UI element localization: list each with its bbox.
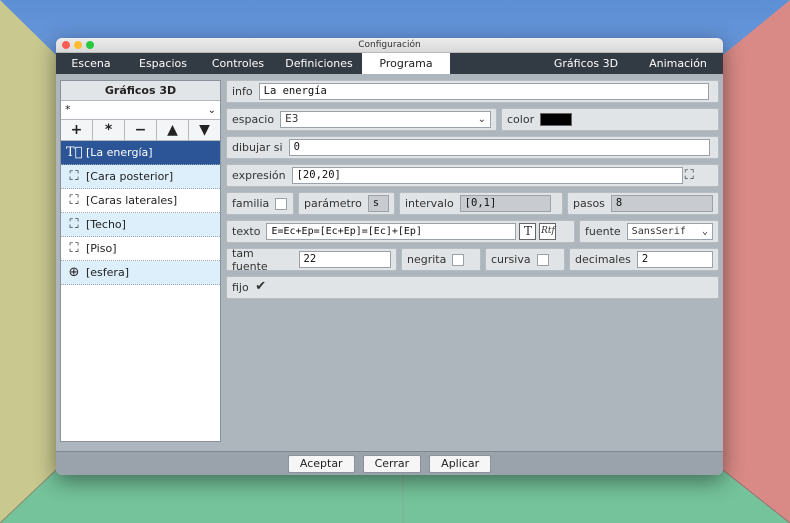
text-edit-button[interactable]: T — [519, 223, 537, 240]
fijo-checkbox[interactable]: ✔ — [255, 280, 267, 294]
list-item[interactable]: ⛶ [Techo] — [61, 213, 220, 237]
tam-fuente-input[interactable]: 22 — [298, 251, 391, 268]
move-down-button[interactable]: ▼ — [189, 120, 220, 140]
pasos-row: pasos 8 — [567, 192, 719, 215]
tab-graficos-3d[interactable]: Gráficos 3D — [539, 53, 633, 74]
decimales-input[interactable]: 2 — [636, 251, 713, 268]
pasos-input[interactable]: 8 — [610, 195, 713, 212]
mesh-icon: ⛶ — [69, 169, 79, 184]
expresion-label: expresión — [232, 169, 286, 182]
move-up-button[interactable]: ▲ — [157, 120, 189, 140]
graphics-list: T⃒ [La energía] ⛶ [Cara posterior] ⛶ [Ca… — [61, 141, 220, 285]
list-item[interactable]: T⃒ [La energía] — [61, 141, 220, 165]
tab-animacion[interactable]: Animación — [633, 53, 723, 74]
intervalo-label: intervalo — [405, 197, 454, 210]
text-icon: T⃒ — [66, 145, 83, 160]
parametro-label: parámetro — [304, 197, 362, 210]
configuration-window: Configuración Escena Espacios Controles … — [56, 38, 723, 475]
familia-checkbox[interactable] — [275, 197, 288, 210]
tab-programa[interactable]: Programa — [362, 53, 450, 74]
filter-select[interactable]: * ⌄ — [61, 101, 220, 120]
intervalo-input[interactable]: [0,1] — [459, 195, 551, 212]
sphere-icon: ⊕ — [68, 265, 80, 280]
chevron-down-icon: ⌄ — [701, 226, 708, 237]
tab-bar: Escena Espacios Controles Definiciones P… — [56, 53, 723, 74]
decimales-label: decimales — [575, 253, 631, 266]
fuente-select[interactable]: SansSerif ⌄ — [626, 223, 713, 240]
mesh-icon: ⛶ — [69, 241, 79, 256]
fijo-label: fijo — [232, 281, 249, 294]
filter-value: * — [65, 103, 71, 116]
color-swatch[interactable] — [540, 113, 573, 126]
tam-fuente-label: tam fuente — [232, 246, 268, 273]
parametro-input[interactable]: s — [367, 195, 389, 212]
tab-spacer — [450, 53, 539, 74]
fuente-label: fuente — [585, 225, 621, 238]
espacio-select[interactable]: E3 ⌄ — [280, 111, 491, 128]
texto-input[interactable]: E=Ec+Ep=[Ec+Ep]=[Ec]+[Ep] — [266, 223, 517, 240]
tab-controles[interactable]: Controles — [200, 53, 276, 74]
tam-fuente-row: tam fuente 22 — [226, 246, 397, 273]
properties-panel: info La energía espacio E3 ⌄ color dibuj… — [226, 80, 719, 442]
color-label: color — [507, 113, 535, 126]
decimales-row: decimales 2 — [569, 248, 719, 271]
list-item[interactable]: ⛶ [Caras laterales] — [61, 189, 220, 213]
dibujar-row: dibujar si 0 — [226, 136, 719, 159]
texto-label: texto — [232, 225, 261, 238]
info-row: info La energía — [226, 80, 719, 103]
tab-escena[interactable]: Escena — [56, 53, 126, 74]
apply-button[interactable]: Aplicar — [429, 455, 492, 473]
dibujar-label: dibujar si — [232, 141, 283, 154]
cursiva-row: cursiva — [485, 248, 565, 271]
list-item[interactable]: ⛶ [Piso] — [61, 237, 220, 261]
title-bar: Configuración — [56, 38, 723, 53]
list-toolbar: + * − ▲ ▼ — [61, 120, 220, 141]
fijo-row: fijo ✔ — [226, 276, 719, 299]
close-button[interactable]: Cerrar — [362, 455, 422, 473]
tab-espacios[interactable]: Espacios — [126, 53, 200, 74]
color-row: color — [501, 108, 719, 131]
list-item[interactable]: ⊕ [esfera] — [61, 261, 220, 285]
list-item[interactable]: ⛶ [Cara posterior] — [61, 165, 220, 189]
panel-title: Gráficos 3D — [61, 81, 220, 101]
expand-icon[interactable]: ⛶ — [685, 169, 694, 182]
dialog-footer: Aceptar Cerrar Aplicar — [56, 451, 723, 475]
familia-label: familia — [232, 197, 270, 210]
parametro-row: parámetro s — [298, 192, 395, 215]
negrita-label: negrita — [407, 253, 447, 266]
familia-row: familia — [226, 192, 294, 215]
dibujar-input[interactable]: 0 — [288, 139, 710, 156]
cursiva-label: cursiva — [491, 253, 531, 266]
fuente-row: fuente SansSerif ⌄ — [579, 220, 719, 243]
add-button[interactable]: + — [61, 120, 93, 140]
espacio-label: espacio — [232, 113, 275, 126]
remove-button[interactable]: − — [125, 120, 157, 140]
negrita-row: negrita — [401, 248, 481, 271]
mesh-icon: ⛶ — [69, 193, 79, 208]
intervalo-row: intervalo [0,1] — [399, 192, 563, 215]
accept-button[interactable]: Aceptar — [287, 455, 355, 473]
tab-definiciones[interactable]: Definiciones — [276, 53, 362, 74]
chevron-down-icon: ⌄ — [207, 105, 216, 116]
info-input[interactable]: La energía — [258, 83, 709, 100]
info-label: info — [232, 85, 253, 98]
negrita-checkbox[interactable] — [452, 253, 465, 266]
expresion-row: expresión [20,20] ⛶ — [226, 164, 719, 187]
texto-row: texto E=Ec+Ep=[Ec+Ep]=[Ec]+[Ep] T Rtf — [226, 220, 575, 243]
mesh-icon: ⛶ — [69, 217, 79, 232]
rtf-edit-button[interactable]: Rtf — [539, 223, 557, 240]
window-title: Configuración — [358, 40, 421, 50]
espacio-row: espacio E3 ⌄ — [226, 108, 497, 131]
chevron-down-icon: ⌄ — [477, 114, 486, 125]
expresion-input[interactable]: [20,20] — [291, 167, 683, 184]
graphics-3d-list-panel: Gráficos 3D * ⌄ + * − ▲ ▼ T⃒ [La energía… — [60, 80, 221, 442]
cursiva-checkbox[interactable] — [536, 253, 549, 266]
pasos-label: pasos — [573, 197, 605, 210]
clone-button[interactable]: * — [93, 120, 125, 140]
